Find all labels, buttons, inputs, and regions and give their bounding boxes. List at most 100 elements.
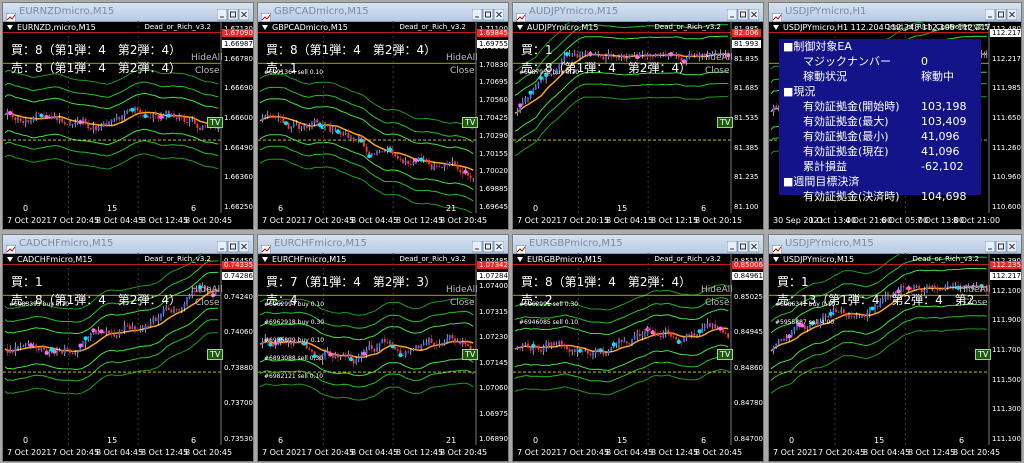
close-all-button[interactable]: Close — [450, 66, 475, 76]
trade-marker[interactable] — [359, 138, 364, 143]
trade-marker[interactable] — [166, 113, 171, 118]
maximize-button[interactable] — [995, 240, 1007, 253]
tv-button[interactable]: TV — [717, 117, 734, 128]
chart-window[interactable]: USDJPYmicro,H1112.480112.217111.985111.6… — [768, 2, 1022, 230]
window-titlebar[interactable]: CADCHFmicro,M15 — [3, 235, 253, 255]
close-all-button[interactable]: Close — [963, 298, 988, 308]
close-all-button[interactable]: Close — [195, 298, 220, 308]
trade-marker[interactable] — [44, 115, 49, 120]
price-chart[interactable]: 1.711001.709651.708301.706951.705601.704… — [258, 21, 508, 213]
trade-marker[interactable] — [419, 157, 424, 162]
window-titlebar[interactable]: EURCHFmicro,M15 — [258, 235, 508, 255]
window-titlebar[interactable]: EURGBPmicro,M15 — [513, 235, 763, 255]
close-all-button[interactable]: Close — [705, 66, 730, 76]
window-titlebar[interactable]: GBPCADmicro,M15 — [258, 3, 508, 23]
trade-marker[interactable] — [828, 311, 833, 316]
tv-button[interactable]: TV — [975, 349, 992, 360]
window-titlebar[interactable]: USDJPYmicro,M15 — [769, 235, 1021, 255]
trade-marker[interactable] — [91, 328, 96, 333]
trade-marker[interactable] — [390, 344, 395, 349]
trade-marker[interactable] — [650, 330, 655, 335]
maximize-button[interactable] — [227, 240, 239, 253]
tv-button[interactable]: TV — [207, 349, 224, 360]
price-chart[interactable]: 0.744500.742400.740600.738800.737000.735… — [3, 253, 253, 445]
trade-marker[interactable] — [787, 334, 792, 339]
trade-marker[interactable] — [718, 326, 723, 331]
minimize-button[interactable] — [984, 240, 996, 253]
price-chart[interactable]: 81.98581.83581.68581.53581.38581.23581.1… — [513, 21, 763, 213]
trade-marker[interactable] — [284, 121, 288, 126]
trade-marker[interactable] — [697, 329, 702, 334]
trade-marker[interactable] — [367, 154, 372, 159]
maximize-button[interactable] — [482, 8, 494, 21]
trade-marker[interactable] — [349, 357, 353, 362]
trade-marker[interactable] — [676, 339, 681, 344]
trade-marker[interactable] — [414, 158, 418, 163]
trade-marker[interactable] — [669, 52, 673, 57]
tv-button[interactable]: TV — [462, 349, 479, 360]
close-all-button[interactable]: Close — [450, 298, 475, 308]
close-all-button[interactable]: Close — [195, 66, 220, 76]
chart-window[interactable]: USDJPYmicro,M15112.390112.100111.900111.… — [768, 234, 1022, 462]
chart-window[interactable]: CADCHFmicro,M150.744500.742400.740600.73… — [2, 234, 254, 462]
trade-marker[interactable] — [362, 351, 366, 356]
trade-marker[interactable] — [518, 103, 523, 108]
window-titlebar[interactable]: USDJPYmicro,H1 — [769, 3, 1021, 23]
minimize-button[interactable] — [216, 240, 228, 253]
hide-all-button[interactable]: HideAll — [959, 285, 991, 295]
trade-marker[interactable] — [39, 113, 44, 118]
chart-window[interactable]: AUDJPYmicro,M1581.98581.83581.68581.5358… — [512, 2, 764, 230]
hide-all-button[interactable]: HideAll — [191, 285, 223, 295]
trade-marker[interactable] — [78, 343, 83, 348]
chart-window[interactable]: EURCHFmicro,M151.074851.074001.073151.07… — [257, 234, 509, 462]
trade-marker[interactable] — [44, 350, 49, 355]
trade-marker[interactable] — [130, 107, 135, 112]
trade-marker[interactable] — [645, 327, 650, 332]
trade-marker[interactable] — [336, 129, 340, 134]
hide-all-button[interactable]: HideAll — [701, 285, 733, 295]
maximize-button[interactable] — [482, 240, 494, 253]
trade-marker[interactable] — [328, 352, 333, 357]
tv-button[interactable]: TV — [207, 117, 224, 128]
maximize-button[interactable] — [227, 8, 239, 21]
trade-marker[interactable] — [143, 114, 148, 119]
minimize-button[interactable] — [471, 8, 483, 21]
trade-marker[interactable] — [159, 114, 163, 119]
trade-marker[interactable] — [398, 353, 403, 358]
trade-marker[interactable] — [598, 348, 603, 353]
minimize-button[interactable] — [471, 240, 483, 253]
window-titlebar[interactable]: EURNZDmicro,M15 — [3, 3, 253, 23]
minimize-button[interactable] — [984, 8, 996, 21]
minimize-button[interactable] — [216, 8, 228, 21]
maximize-button[interactable] — [737, 8, 749, 21]
trade-marker[interactable] — [611, 342, 616, 347]
trade-marker[interactable] — [539, 76, 543, 81]
trade-marker[interactable] — [906, 286, 911, 291]
hide-all-button[interactable]: HideAll — [446, 285, 478, 295]
price-chart[interactable]: 0.851100.850250.849450.848600.847800.847… — [513, 253, 763, 445]
trade-marker[interactable] — [29, 343, 33, 348]
price-chart[interactable]: 1.074851.074001.073151.072301.071451.070… — [258, 253, 508, 445]
chart-window[interactable]: GBPCADmicro,M151.711001.709651.708301.70… — [257, 2, 509, 230]
price-chart[interactable]: 112.390112.100111.900111.700111.500111.3… — [769, 253, 1021, 445]
tv-button[interactable]: TV — [717, 349, 734, 360]
trade-marker[interactable] — [528, 90, 533, 95]
trade-marker[interactable] — [588, 52, 593, 57]
maximize-button[interactable] — [995, 8, 1007, 21]
hide-all-button[interactable]: HideAll — [446, 53, 478, 63]
trade-marker[interactable] — [565, 52, 569, 57]
minimize-button[interactable] — [726, 240, 738, 253]
maximize-button[interactable] — [737, 240, 749, 253]
hide-all-button[interactable]: HideAll — [191, 53, 223, 63]
trade-marker[interactable] — [463, 169, 468, 174]
trade-marker[interactable] — [8, 111, 13, 116]
tv-button[interactable]: TV — [462, 117, 479, 128]
chart-window[interactable]: EURGBPmicro,M150.851100.850250.849450.84… — [512, 234, 764, 462]
price-chart[interactable]: 112.480112.217111.985111.650111.260110.9… — [769, 21, 1021, 213]
trade-marker[interactable] — [635, 55, 640, 60]
trade-marker[interactable] — [388, 147, 392, 152]
window-titlebar[interactable]: AUDJPYmicro,M15 — [513, 3, 763, 23]
hide-all-button[interactable]: HideAll — [701, 53, 733, 63]
trade-marker[interactable] — [99, 329, 104, 334]
chart-window[interactable]: EURNZDmicro,M151.671301.667801.666901.66… — [2, 2, 254, 230]
